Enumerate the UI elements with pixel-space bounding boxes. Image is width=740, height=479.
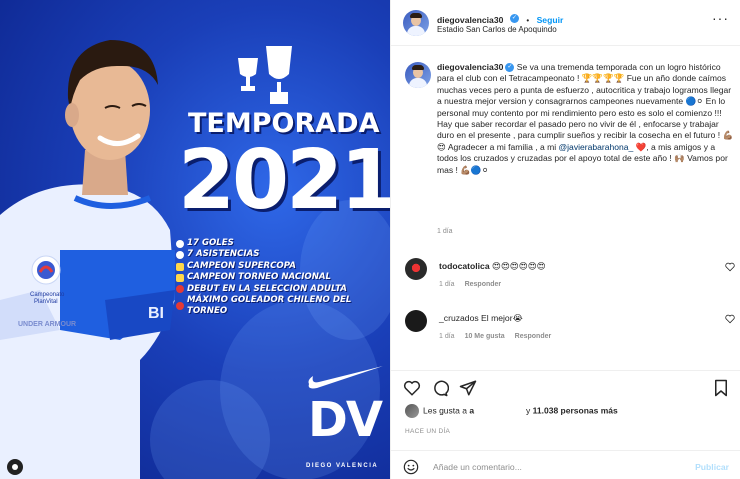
username-link[interactable]: todocatolica [439, 261, 490, 271]
cup-icon [176, 262, 184, 271]
verified-icon: ✓ [509, 14, 519, 24]
stat-item: CAMPEON TORNEO NACIONAL [176, 272, 390, 283]
avatar[interactable] [403, 10, 429, 36]
tagged-users-button[interactable] [7, 459, 23, 475]
heart-icon[interactable] [725, 314, 735, 324]
post-panel: diegovalencia30 ✓ • Seguir Estadio San C… [390, 0, 740, 479]
post-timestamp[interactable]: HACE UN DÍA [405, 428, 450, 435]
mention-link[interactable]: @javierabarahona_ [558, 142, 633, 152]
likes-count[interactable]: 10 Me gusta [465, 333, 505, 340]
add-comment-bar: Añade un comentario... Publicar [391, 450, 740, 479]
svg-text:BI: BI [148, 305, 164, 322]
stat-item: MÁXIMO GOLEADOR CHILENO DEL TORNEO [176, 295, 390, 318]
avatar[interactable] [405, 404, 419, 418]
reply-button[interactable]: Responder [465, 281, 502, 288]
stats-list: 17 GOLES 7 ASISTENCIAS CAMPEON SUPERCOPA… [176, 238, 390, 318]
follow-button[interactable]: Seguir [537, 15, 564, 25]
svg-text:PlanVital: PlanVital [34, 299, 58, 305]
location-link[interactable]: Estadio San Carlos de Apoquindo [437, 25, 557, 34]
comment: _cruzados El mejor😭 1 día 10 Me gusta Resp… [405, 310, 735, 350]
bookmark-icon[interactable] [713, 379, 729, 397]
cup-icon [176, 273, 184, 282]
poster-year: 2021 [178, 133, 390, 228]
player-photo: Campeonato PlanVital UNDER ARMOUR BI [0, 40, 175, 479]
comment-icon[interactable] [431, 379, 449, 397]
comment-meta: 1 día Responder [439, 281, 502, 288]
ball-icon [176, 239, 184, 248]
liker-link[interactable]: a [469, 405, 474, 415]
stat-item: 17 GOLES [176, 238, 390, 249]
emoji-icon[interactable] [403, 459, 419, 475]
username-link[interactable]: diegovalencia30 [437, 15, 503, 25]
trophies-icon [238, 46, 292, 104]
comment: todocatolica 😍😍😍😍😍😍 1 día Responder [405, 258, 735, 298]
chile-flag-icon [176, 302, 184, 311]
username-link[interactable]: _cruzados [439, 313, 479, 323]
stat-item: 7 ASISTENCIAS [176, 249, 390, 260]
stat-item: CAMPEON SUPERCOPA [176, 261, 390, 272]
reply-button[interactable]: Responder [515, 333, 552, 340]
post-button[interactable]: Publicar [695, 462, 729, 472]
chile-badge-icon [176, 285, 184, 294]
comment-meta: 1 día 10 Me gusta Responder [439, 333, 552, 340]
heart-icon[interactable] [725, 262, 735, 272]
comment-text: _cruzados El mejor😭 [439, 313, 523, 323]
svg-text:Campeonato: Campeonato [30, 292, 65, 298]
post-image[interactable]: Campeonato PlanVital UNDER ARMOUR BI TEM… [0, 0, 390, 479]
stat-item: DEBUT EN LA SELECCION ADULTA [176, 284, 390, 295]
user-icon [12, 464, 18, 470]
svg-text:UNDER ARMOUR: UNDER ARMOUR [18, 321, 76, 328]
nike-swoosh-icon [308, 366, 383, 389]
avatar[interactable] [405, 258, 427, 280]
more-icon[interactable]: ··· [712, 10, 729, 26]
caption-text: diegovalencia30 ✓ Se va una tremenda temp… [437, 62, 734, 175]
boot-icon [176, 251, 184, 260]
post-header: diegovalencia30 ✓ • Seguir Estadio San C… [391, 0, 740, 46]
player-name: DIEGO VALENCIA [306, 463, 379, 469]
separator: • [526, 16, 530, 25]
likes-count-link[interactable]: 11.038 personas más [533, 405, 618, 415]
action-bar [391, 370, 740, 402]
comment-text: todocatolica 😍😍😍😍😍😍 [439, 261, 546, 271]
caption-time[interactable]: 1 día [437, 228, 453, 235]
comment-input[interactable]: Añade un comentario... [433, 462, 522, 472]
heart-icon[interactable] [403, 379, 421, 397]
likes-summary: Les gusta a a y 11.038 personas más [405, 404, 618, 418]
share-icon[interactable] [459, 379, 477, 397]
monogram: DV [308, 392, 383, 448]
avatar[interactable] [405, 62, 431, 88]
username-link[interactable]: diegovalencia30 [437, 62, 503, 72]
avatar[interactable] [405, 310, 427, 332]
